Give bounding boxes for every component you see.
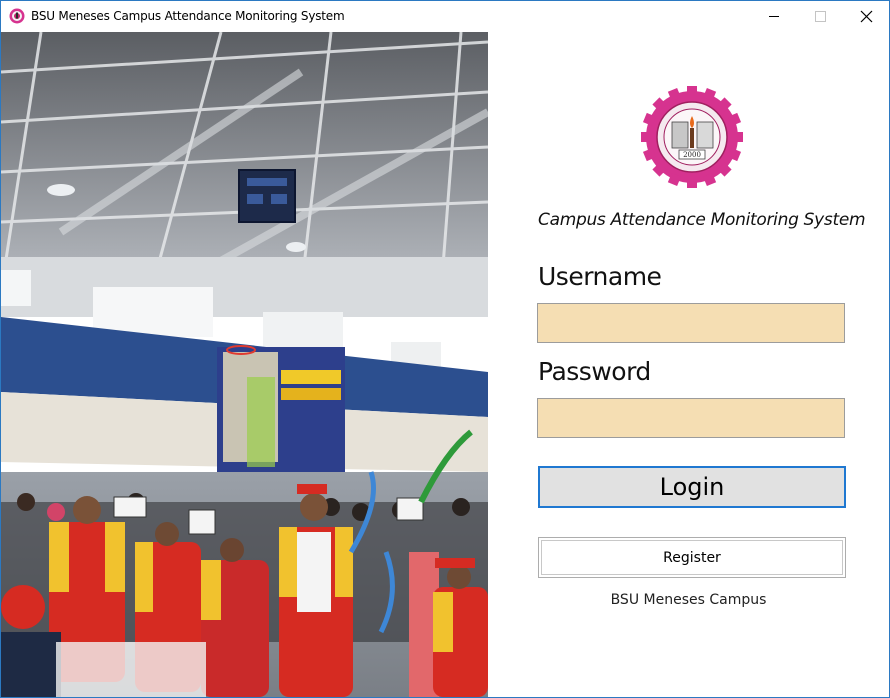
maximize-button[interactable] (797, 1, 843, 32)
password-label: Password (538, 357, 651, 386)
bsu-seal-logo: 2000 (641, 86, 743, 188)
hero-photo (1, 32, 488, 697)
minimize-button[interactable] (751, 1, 797, 32)
login-button[interactable]: Login (538, 466, 846, 508)
register-button[interactable]: Register (538, 537, 846, 578)
close-icon (860, 10, 873, 23)
title-bar[interactable]: BSU Meneses Campus Attendance Monitoring… (1, 1, 889, 32)
campus-footer: BSU Meneses Campus (610, 592, 767, 608)
maximize-icon (815, 11, 826, 22)
window-title: BSU Meneses Campus Attendance Monitoring… (31, 9, 345, 23)
close-button[interactable] (843, 1, 889, 32)
bsu-seal-icon (9, 8, 25, 24)
app-window: BSU Meneses Campus Attendance Monitoring… (0, 0, 890, 698)
login-panel: 2000 Campus Attendance Monitoring System… (488, 32, 889, 697)
password-input[interactable] (537, 398, 845, 438)
username-label: Username (538, 262, 662, 291)
logo-year: 2000 (683, 151, 701, 159)
minimize-icon (769, 16, 779, 17)
username-input[interactable] (537, 303, 845, 343)
gymnasium-event-photo (1, 32, 488, 697)
app-subtitle: Campus Attendance Monitoring System (538, 210, 866, 230)
